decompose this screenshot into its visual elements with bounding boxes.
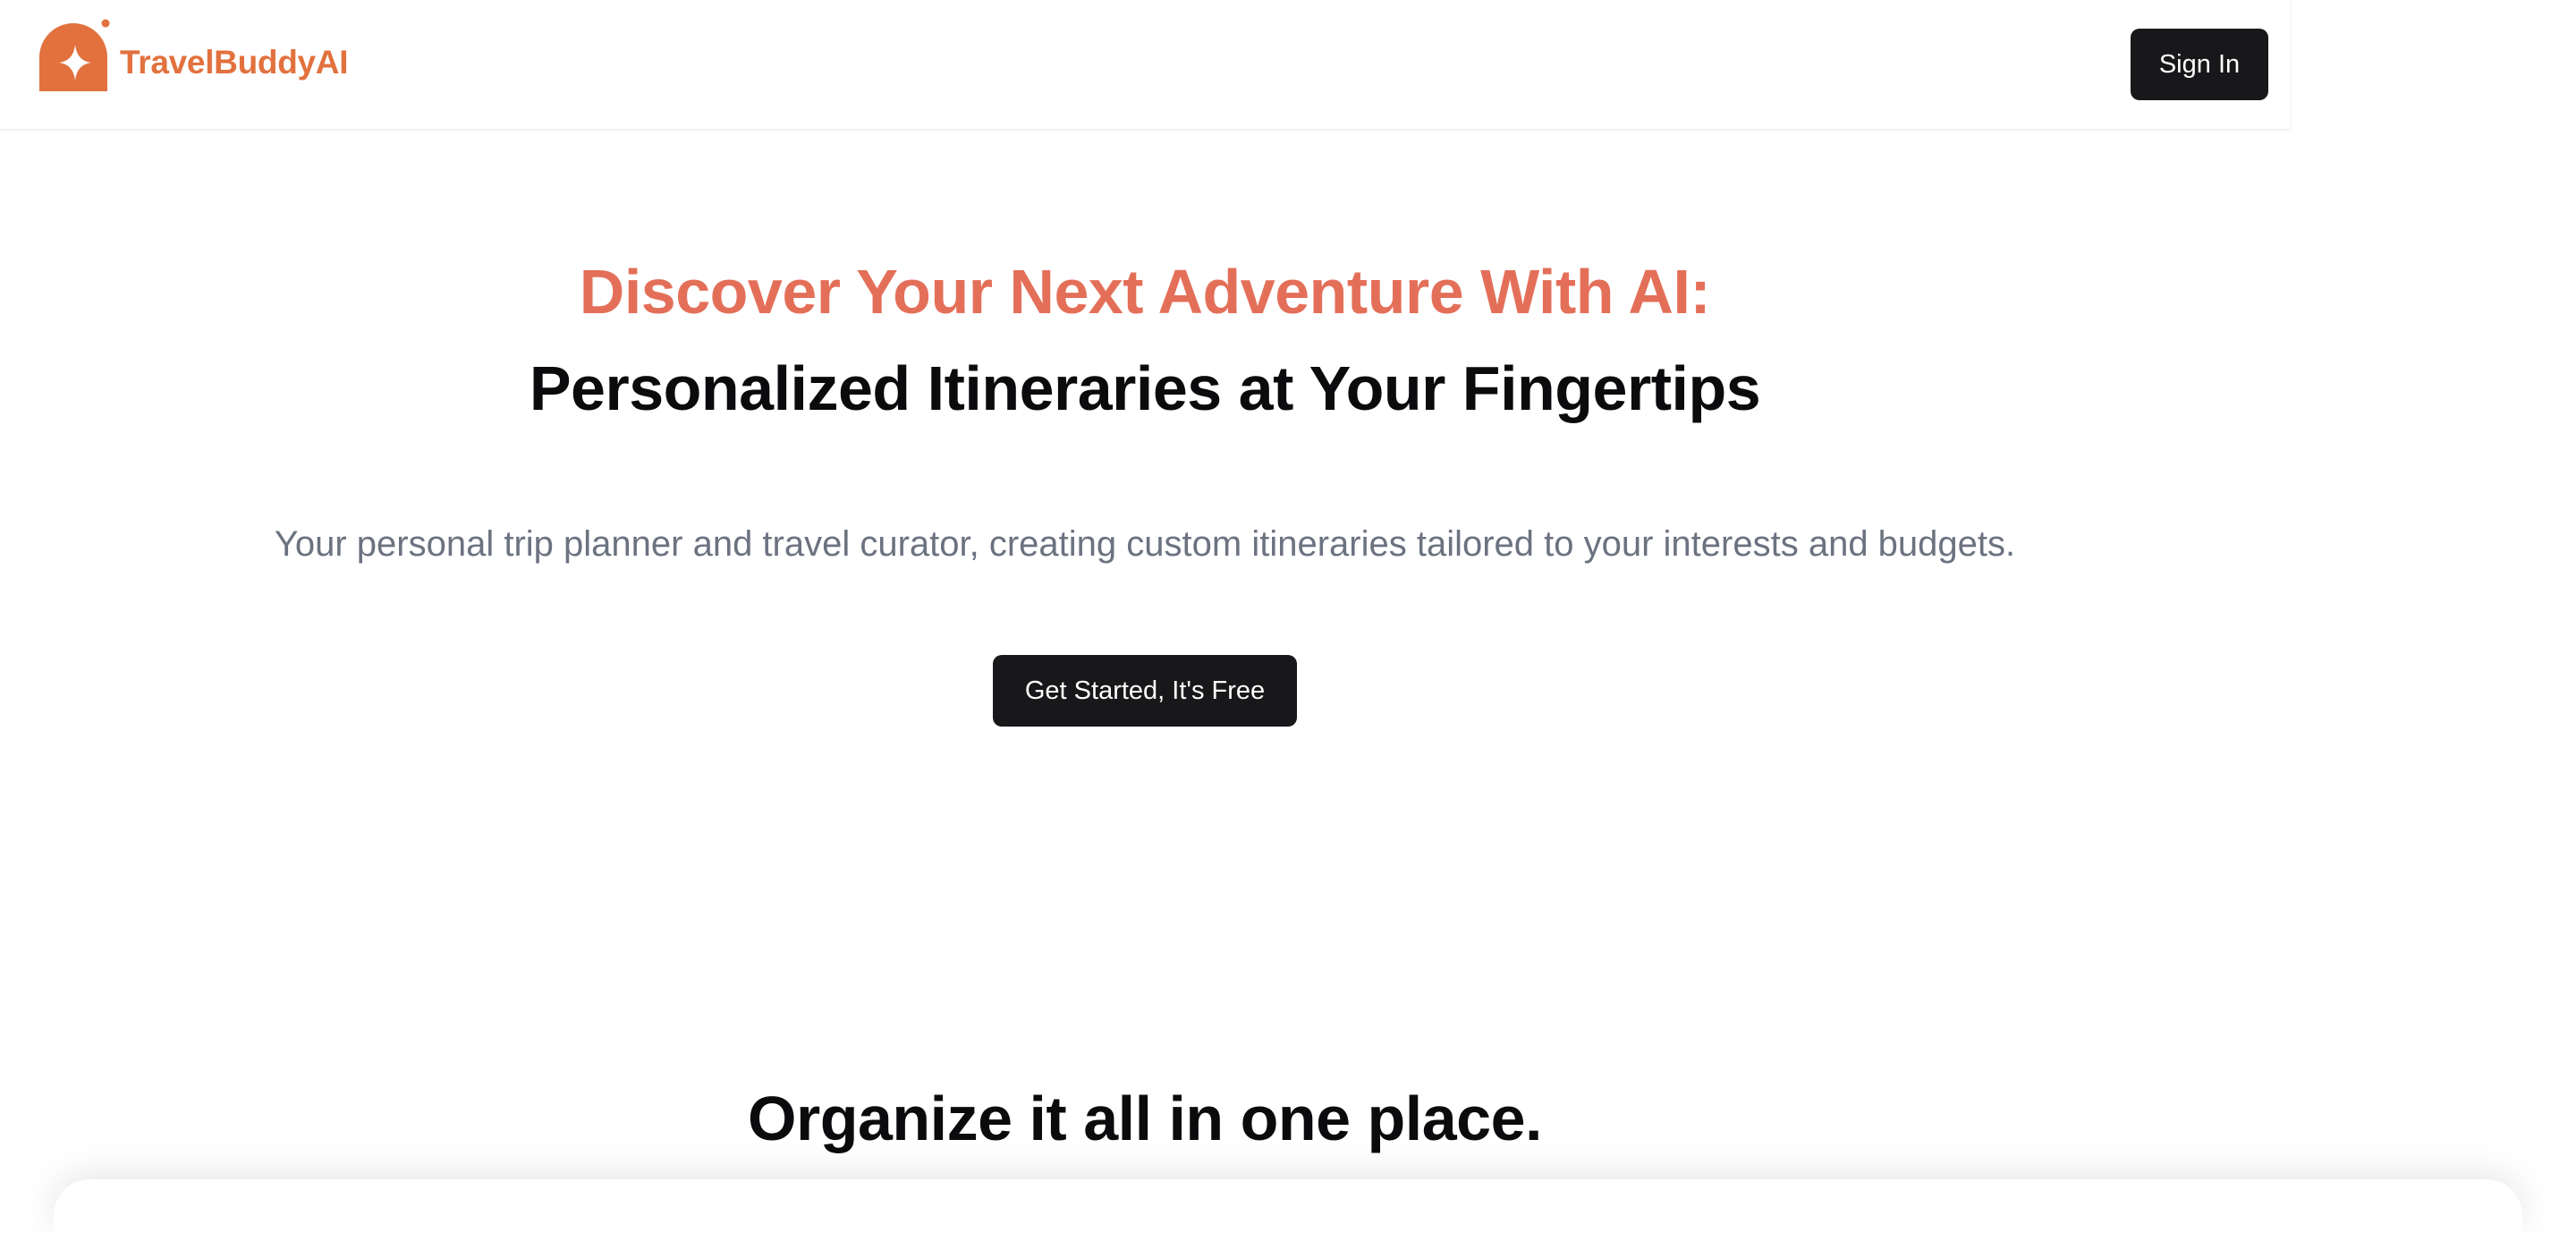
hero-headline-main: Personalized Itineraries at Your Fingert… <box>529 353 1761 423</box>
get-started-button[interactable]: Get Started, It's Free <box>993 655 1297 727</box>
features-section-title: Organize it all in one place. <box>748 1084 1542 1153</box>
hero-subtitle: Your personal trip planner and travel cu… <box>274 524 2016 564</box>
hero-headline-accent: Discover Your Next Adventure With AI: <box>579 257 1711 327</box>
app-preview-card-edge <box>54 1179 2522 1233</box>
hero-section: Discover Your Next Adventure With AI: Pe… <box>0 0 2290 1213</box>
